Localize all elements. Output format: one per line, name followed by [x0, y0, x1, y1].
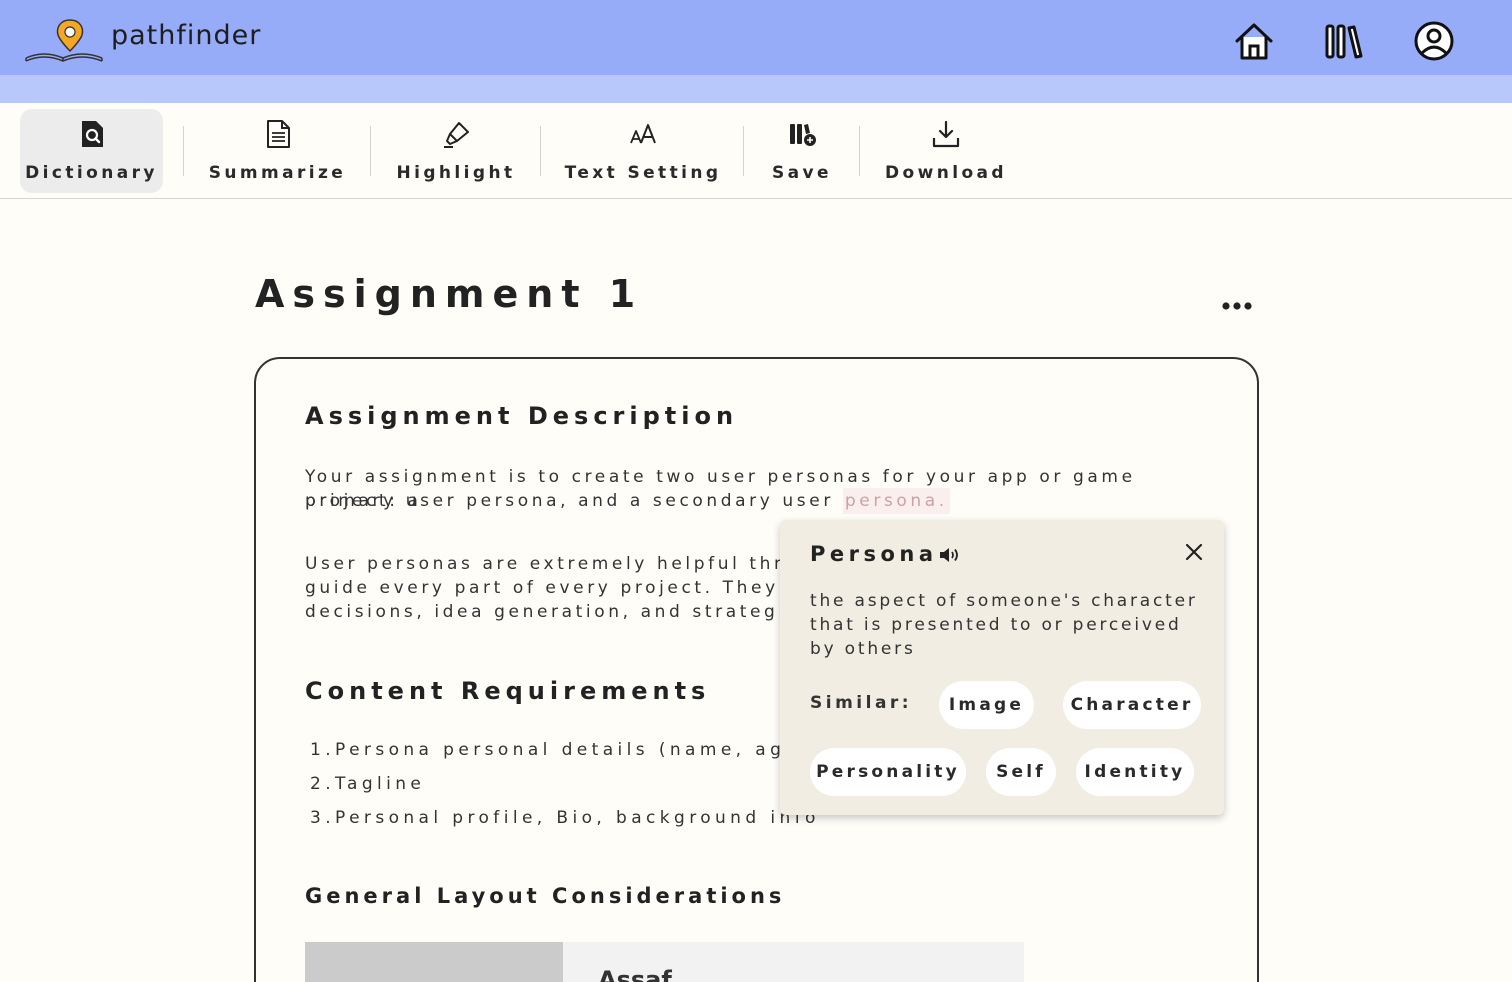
download-icon	[931, 119, 961, 149]
speaker-icon[interactable]	[938, 544, 960, 566]
list-number: 1.	[310, 740, 336, 760]
toolbar-divider	[540, 126, 541, 176]
tool-label: Highlight	[396, 163, 516, 183]
library-icon[interactable]	[1322, 19, 1366, 63]
tool-summarize[interactable]: Summarize	[205, 109, 350, 193]
layout-preview-panel: Assaf	[563, 942, 1024, 982]
similar-word-chip[interactable]: Character	[1063, 681, 1201, 729]
close-icon[interactable]	[1184, 542, 1204, 562]
similar-word-chip[interactable]: Self	[986, 748, 1056, 796]
tool-text-setting[interactable]: Text Setting	[562, 109, 724, 193]
tool-download[interactable]: Download	[880, 109, 1012, 193]
toolbar-divider	[183, 126, 184, 176]
similar-word-chip[interactable]: Identity	[1076, 748, 1194, 796]
popup-definition: the aspect of someone's character that i…	[810, 591, 1198, 659]
requirements-heading: Content Requirements	[305, 677, 711, 705]
tool-highlight[interactable]: Highlight	[392, 109, 520, 193]
popup-word: Persona	[810, 542, 938, 566]
text-size-icon	[628, 119, 658, 149]
highlighted-word[interactable]: persona.	[842, 488, 950, 514]
dictionary-search-icon	[77, 119, 107, 149]
layout-heading: General Layout Considerations	[305, 884, 786, 908]
home-icon[interactable]	[1232, 19, 1276, 63]
similar-word-chip[interactable]: Image	[939, 681, 1034, 729]
toolbar-divider	[743, 126, 744, 176]
dictionary-popup: Persona the aspect of someone's characte…	[780, 520, 1224, 815]
page-title: Assignment 1	[255, 272, 644, 316]
list-item: 3.Personal profile, Bio, background info	[310, 808, 820, 828]
description-heading: Assignment Description	[305, 402, 739, 430]
save-to-library-icon	[787, 119, 817, 149]
tool-label: Text Setting	[564, 163, 722, 183]
tool-label: Dictionary	[25, 163, 158, 183]
layout-preview-image	[305, 942, 563, 982]
list-text: Personal profile, Bio, background info	[335, 808, 820, 828]
document-icon	[263, 119, 293, 149]
layout-preview-name: Assaf	[598, 966, 672, 982]
list-number: 3.	[310, 808, 336, 828]
tool-save[interactable]: Save	[765, 109, 839, 193]
similar-word-chip[interactable]: Personality	[810, 748, 966, 796]
header-strip	[0, 75, 1512, 103]
brand-name[interactable]: pathfinder	[111, 20, 261, 51]
list-text: Tagline	[335, 774, 426, 794]
tool-label: Download	[885, 163, 1007, 183]
toolbar-divider	[370, 126, 371, 176]
list-number: 2.	[310, 774, 336, 794]
highlighter-icon	[441, 119, 471, 149]
toolbar-divider	[859, 126, 860, 176]
more-options-icon[interactable]	[1216, 292, 1258, 318]
list-text: Persona personal details (name, ag	[335, 740, 786, 760]
tool-dictionary[interactable]: Dictionary	[20, 109, 163, 193]
tool-label: Save	[772, 163, 832, 183]
pathfinder-logo-icon[interactable]	[24, 18, 104, 64]
description-line: primary user persona, and a secondary us…	[305, 488, 1205, 514]
description-text: primary user persona, and a secondary us…	[305, 491, 843, 511]
account-icon[interactable]	[1412, 19, 1456, 63]
list-item: 2.Tagline	[310, 774, 425, 794]
list-item: 1.Persona personal details (name, ag	[310, 740, 785, 760]
tool-label: Summarize	[208, 163, 347, 183]
similar-label: Similar:	[810, 693, 913, 713]
